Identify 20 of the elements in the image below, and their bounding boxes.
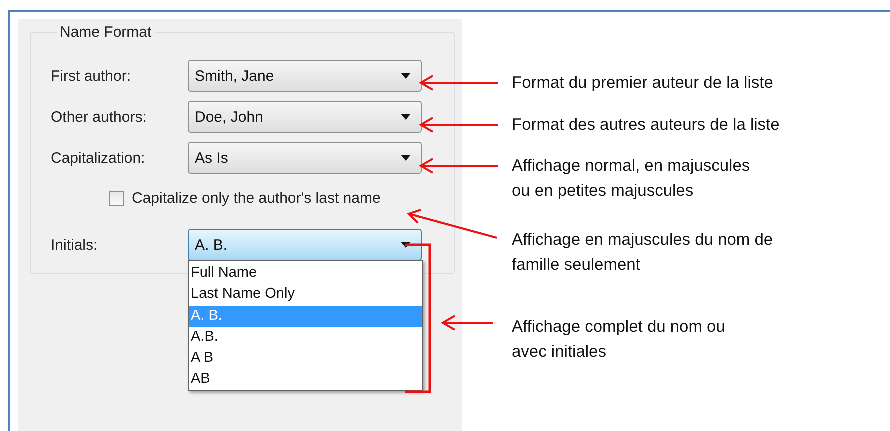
- checkbox-label: Capitalize only the author's last name: [132, 190, 381, 207]
- annotation-text: Affichage normal, en majuscules ou en petites majuscules: [512, 156, 750, 202]
- annotation-text: Format des autres auteurs de la liste: [512, 115, 780, 136]
- dropdown[interactable]: A. B.: [188, 229, 422, 261]
- dropdown-option[interactable]: Last Name Only: [189, 284, 422, 306]
- annotation-text: Format du premier auteur de la liste: [512, 73, 774, 94]
- annotation-text: Affichage en majuscules du nom de famille seulement: [512, 230, 774, 276]
- dropdown-option[interactable]: A.B.: [189, 326, 422, 348]
- dropdown-option[interactable]: A B: [189, 348, 422, 370]
- dropdown[interactable]: Doe, John: [188, 101, 422, 133]
- field-label: Capitalization:: [51, 150, 146, 166]
- dropdown-option[interactable]: Full Name: [189, 263, 422, 284]
- group-title: Name Format: [59, 24, 153, 41]
- annotation-text: Affichage complet du nom ou avec initiales: [512, 317, 726, 363]
- dropdown[interactable]: Smith, Jane: [188, 60, 422, 92]
- field-label: First author:: [51, 68, 132, 84]
- dropdown-option[interactable]: AB: [189, 369, 422, 391]
- field-label: Initials:: [51, 236, 99, 254]
- field-label: Other authors:: [51, 108, 148, 126]
- dropdown[interactable]: As Is: [188, 142, 422, 174]
